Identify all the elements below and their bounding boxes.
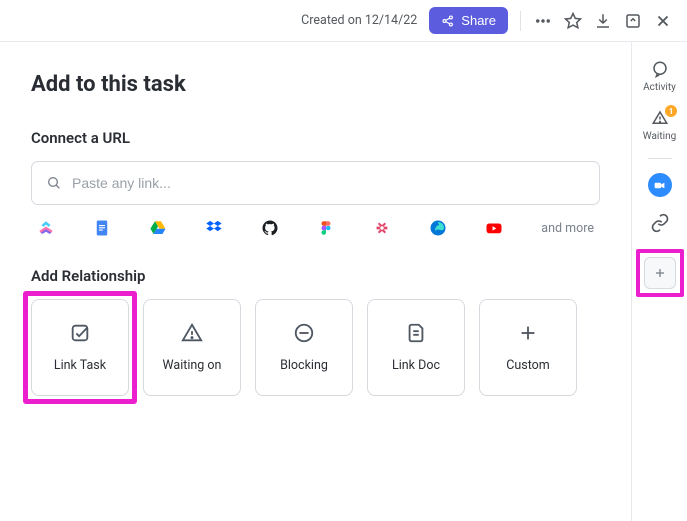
link-icon	[650, 213, 670, 233]
close-icon[interactable]	[653, 11, 673, 31]
created-on-text: Created on 12/14/22	[301, 13, 417, 28]
waiting-on-card[interactable]: Waiting on	[143, 299, 241, 396]
loom-icon[interactable]	[373, 219, 391, 237]
blocking-icon	[293, 322, 315, 344]
url-input-container[interactable]	[31, 161, 600, 205]
add-relationship-title: Add Relationship	[31, 267, 600, 285]
video-icon	[653, 179, 666, 192]
chat-icon	[651, 60, 669, 78]
custom-label: Custom	[506, 358, 550, 373]
add-button-highlight	[636, 249, 684, 297]
warning-icon	[181, 322, 203, 344]
add-button[interactable]	[644, 257, 676, 289]
waiting-badge: 1	[665, 105, 677, 117]
link-task-label: Link Task	[54, 358, 106, 373]
more-menu-icon[interactable]	[533, 11, 553, 31]
blocking-label: Blocking	[280, 358, 328, 373]
doc-icon	[405, 322, 427, 344]
download-icon[interactable]	[593, 11, 613, 31]
search-icon	[46, 175, 62, 191]
zoom-button[interactable]	[648, 173, 672, 197]
link-task-highlight: Link Task	[23, 291, 137, 404]
edge-icon[interactable]	[429, 219, 447, 237]
integrations-more-label[interactable]: and more	[541, 221, 594, 236]
google-docs-icon[interactable]	[93, 219, 111, 237]
topbar-divider	[520, 11, 521, 31]
waiting-label: Waiting	[643, 131, 676, 142]
link-task-card[interactable]: Link Task	[31, 299, 129, 396]
figma-icon[interactable]	[317, 219, 335, 237]
waiting-on-label: Waiting on	[163, 358, 222, 373]
youtube-icon[interactable]	[485, 219, 503, 237]
rightbar-divider	[648, 158, 672, 159]
link-doc-card[interactable]: Link Doc	[367, 299, 465, 396]
check-square-icon	[69, 322, 91, 344]
waiting-tab[interactable]: 1 Waiting	[632, 109, 687, 142]
url-input[interactable]	[72, 175, 585, 191]
star-icon[interactable]	[563, 11, 583, 31]
clickup-icon[interactable]	[37, 219, 55, 237]
connect-url-title: Connect a URL	[31, 129, 600, 147]
plus-icon	[517, 322, 539, 344]
activity-tab[interactable]: Activity	[632, 60, 687, 93]
google-drive-icon[interactable]	[149, 219, 167, 237]
page-title: Add to this task	[31, 72, 600, 97]
share-icon	[441, 14, 455, 28]
activity-label: Activity	[643, 82, 676, 93]
link-doc-label: Link Doc	[392, 358, 440, 373]
expand-icon[interactable]	[623, 11, 643, 31]
dropbox-icon[interactable]	[205, 219, 223, 237]
github-icon[interactable]	[261, 219, 279, 237]
blocking-card[interactable]: Blocking	[255, 299, 353, 396]
plus-icon	[652, 265, 668, 281]
share-button[interactable]: Share	[429, 7, 508, 34]
link-button[interactable]	[650, 213, 670, 233]
custom-card[interactable]: Custom	[479, 299, 577, 396]
